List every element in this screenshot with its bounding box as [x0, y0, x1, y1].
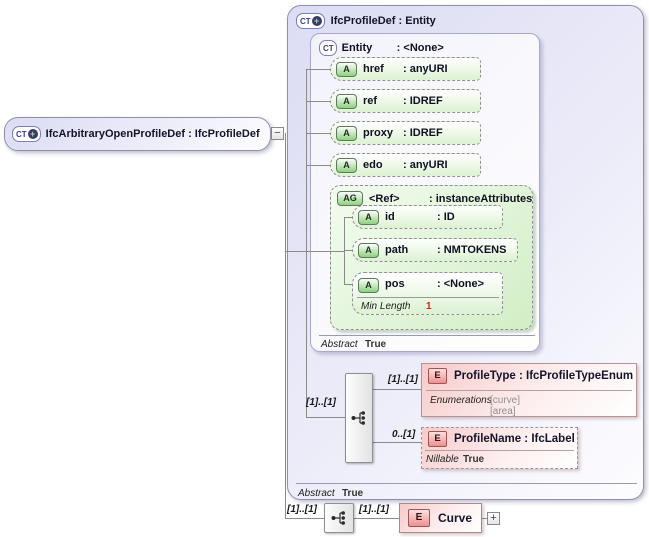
- attribute-box-href[interactable]: A href : anyURI: [330, 57, 481, 81]
- facet-separator: [425, 450, 574, 451]
- derived-plus-icon: +: [311, 16, 322, 26]
- sequence-icon: [331, 511, 345, 525]
- entity-name: Entity: [341, 42, 373, 54]
- connector-line: [306, 165, 332, 166]
- attribute-type: : anyURI: [403, 63, 448, 75]
- attribute-group-type: : instanceAttributes: [429, 192, 533, 205]
- cardinality-label: [1]..[1]: [388, 374, 418, 385]
- attribute-group-icon: AG: [337, 191, 363, 206]
- connector-line: [354, 518, 399, 519]
- connector-line: [285, 518, 324, 519]
- facet-separator: [296, 483, 637, 484]
- abstract-facet-value: True: [342, 488, 364, 499]
- facet-separator: [426, 390, 632, 391]
- attribute-box-pos[interactable]: A pos : <None> Min Length 1: [352, 272, 503, 315]
- connector-line: [306, 69, 307, 417]
- element-icon: E: [428, 368, 447, 384]
- attribute-icon: A: [336, 93, 357, 109]
- attribute-type: : NMTOKENS: [437, 244, 507, 256]
- root-element-box[interactable]: CT + IfcArbitraryOpenProfileDef : IfcProf…: [4, 117, 271, 151]
- attribute-name: href: [363, 63, 384, 75]
- enumeration-value: [area]: [490, 406, 516, 417]
- enumerations-facet-label: Enumerations: [430, 395, 492, 406]
- schema-diagram: CT + IfcProfileDef : Entity Abstract True…: [0, 0, 649, 537]
- abstract-facet-value: True: [365, 339, 387, 350]
- complex-type-icon: CT +: [296, 13, 325, 29]
- facet-separator: [357, 297, 499, 298]
- derived-plus-icon: +: [27, 129, 38, 139]
- attribute-icon: A: [358, 209, 379, 225]
- sequence-icon: [351, 411, 365, 425]
- attribute-name: id: [385, 211, 395, 223]
- element-box-profiletype[interactable]: E ProfileType : IfcProfileTypeEnum Enume…: [421, 363, 637, 417]
- abstract-facet-label: Abstract: [321, 339, 358, 350]
- complex-type-icon: CT +: [12, 126, 41, 142]
- attribute-type: : <None>: [437, 278, 485, 290]
- nillable-facet-label: Nillable: [426, 454, 459, 465]
- attribute-box-proxy[interactable]: A proxy : IDREF: [330, 121, 481, 145]
- connector-line: [306, 133, 332, 134]
- element-box-profilename[interactable]: E ProfileName : IfcLabel Nillable True: [421, 427, 578, 469]
- root-element-title: IfcArbitraryOpenProfileDef : IfcProfileD…: [45, 128, 260, 140]
- entity-type: : <None>: [396, 42, 444, 54]
- min-length-facet-label: Min Length: [361, 301, 411, 312]
- connector-line: [285, 133, 286, 519]
- connector-line: [306, 101, 332, 102]
- facet-separator: [319, 335, 535, 336]
- min-length-facet-value: 1: [426, 301, 432, 312]
- attribute-box-edo[interactable]: A edo : anyURI: [330, 153, 481, 177]
- connector-line: [344, 217, 345, 285]
- connector-line: [306, 417, 345, 418]
- attribute-icon: A: [336, 61, 357, 77]
- attribute-name: pos: [385, 278, 405, 290]
- cardinality-label: [1]..[1]: [287, 504, 317, 515]
- element-box-curve[interactable]: E Curve: [399, 503, 482, 533]
- expand-button[interactable]: +: [487, 512, 500, 525]
- connector-line: [373, 442, 421, 443]
- cardinality-label: [1]..[1]: [306, 397, 336, 408]
- sequence-compositor[interactable]: [345, 373, 373, 463]
- cardinality-label: 0..[1]: [392, 429, 416, 440]
- attribute-icon: A: [336, 157, 357, 173]
- attribute-name: path: [385, 244, 409, 256]
- element-title: ProfileType : IfcProfileTypeEnum: [454, 370, 634, 382]
- attribute-box-path[interactable]: A path : NMTOKENS: [352, 238, 518, 262]
- attribute-type: : ID: [437, 211, 455, 223]
- attribute-box-id[interactable]: A id : ID: [352, 205, 503, 229]
- element-title: Curve: [438, 511, 473, 525]
- attribute-icon: A: [336, 125, 357, 141]
- attribute-group-name: <Ref>: [369, 192, 400, 205]
- attribute-type: : IDREF: [403, 95, 443, 107]
- connector-line: [306, 69, 332, 70]
- abstract-facet-label: Abstract: [298, 488, 335, 499]
- attribute-name: ref: [363, 95, 378, 107]
- attribute-icon: A: [358, 242, 379, 258]
- cardinality-label: [1]..[1]: [359, 504, 389, 515]
- attribute-icon: A: [358, 278, 379, 293]
- sequence-compositor[interactable]: [324, 503, 354, 533]
- attribute-type: : IDREF: [403, 127, 443, 139]
- enumeration-value: [curve]: [490, 395, 521, 406]
- connector-line: [285, 251, 344, 252]
- complex-type-icon: CT: [319, 40, 337, 56]
- nillable-facet-value: True: [463, 454, 485, 465]
- element-icon: E: [428, 431, 447, 447]
- attribute-name: proxy: [363, 127, 393, 139]
- connector-line: [373, 389, 421, 390]
- element-icon: E: [408, 509, 430, 527]
- collapse-button[interactable]: −: [271, 127, 284, 140]
- attribute-name: edo: [363, 159, 383, 171]
- attribute-type: : anyURI: [403, 159, 448, 171]
- type-box-title: IfcProfileDef : Entity: [330, 15, 436, 27]
- attribute-box-ref[interactable]: A ref : IDREF: [330, 89, 481, 113]
- element-title: ProfileName : IfcLabel: [454, 433, 575, 445]
